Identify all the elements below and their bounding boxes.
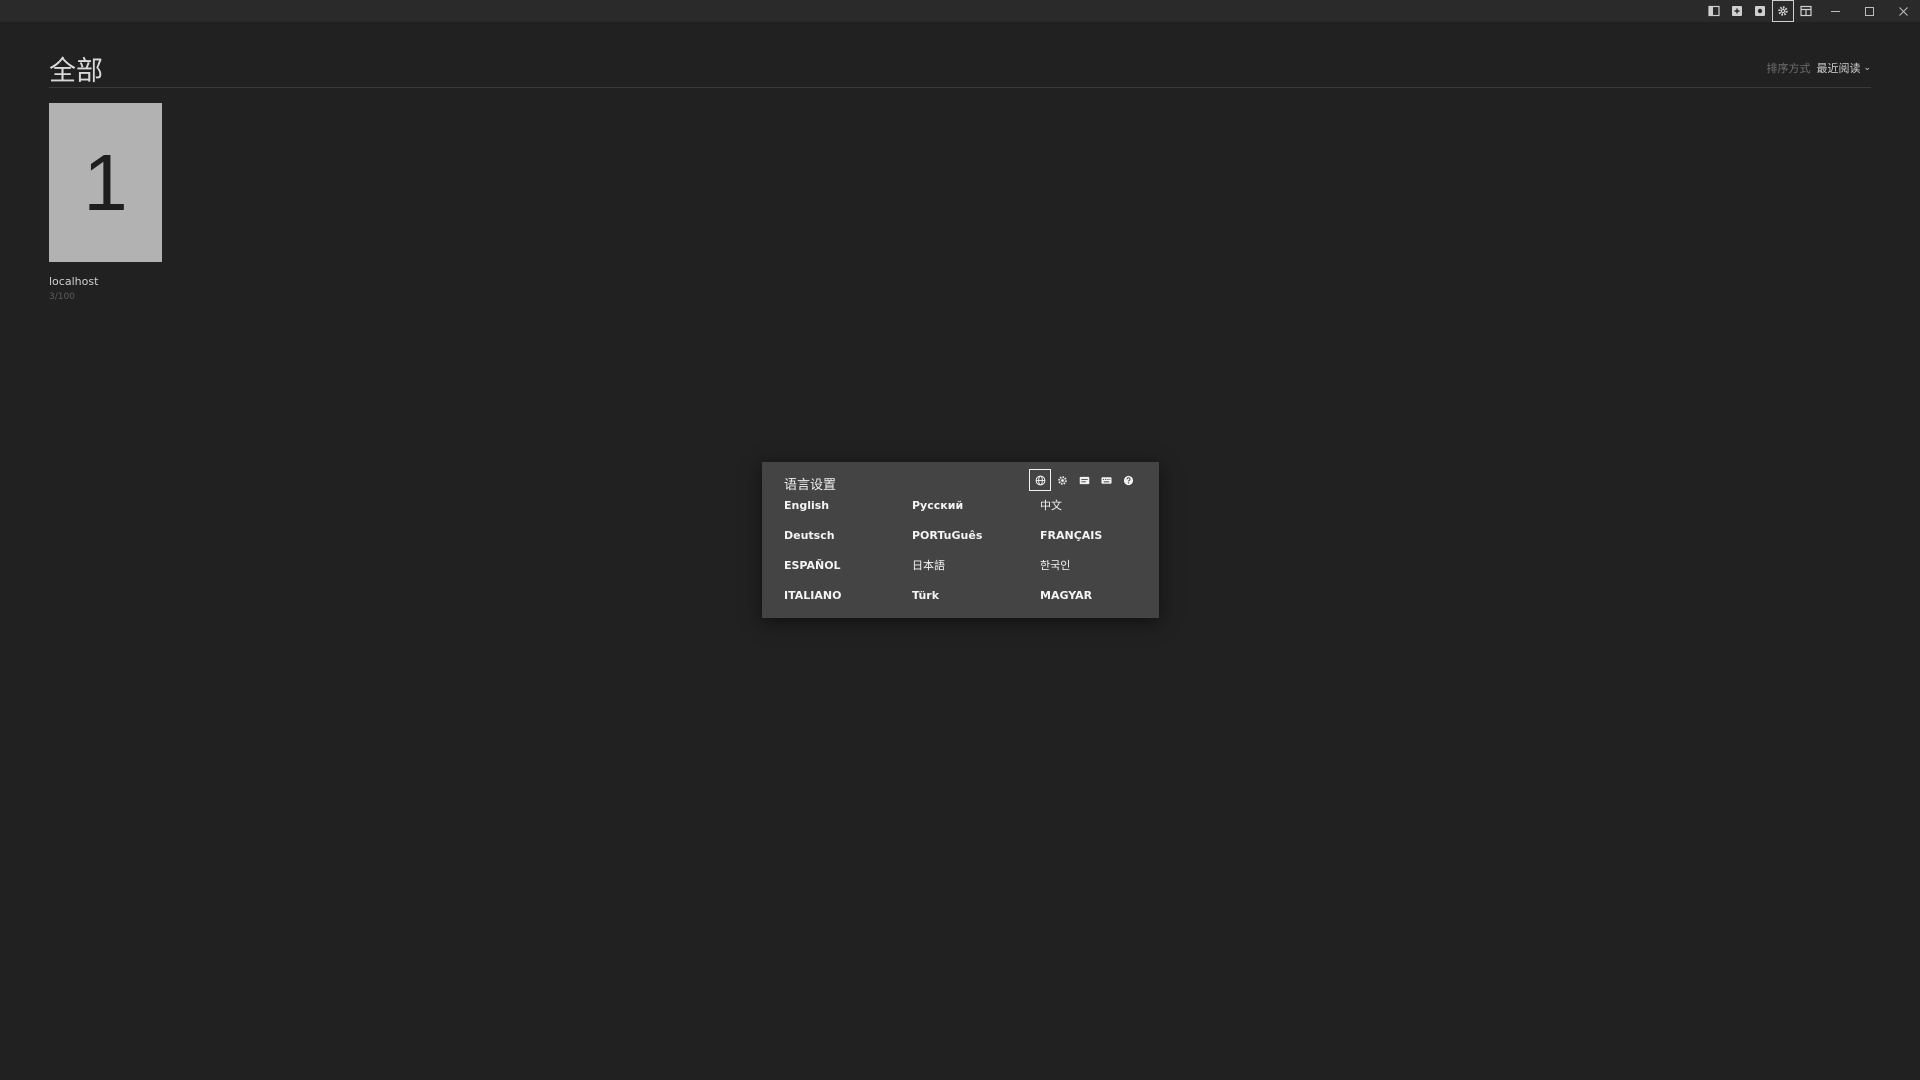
sync-button[interactable] xyxy=(1749,0,1771,22)
maximize-button[interactable] xyxy=(1852,0,1886,22)
tab-shortcuts[interactable] xyxy=(1095,469,1117,491)
gear-icon xyxy=(1057,475,1067,485)
dialog-title: 语言设置 xyxy=(784,478,837,493)
language-option[interactable]: 中文 xyxy=(1040,499,1168,529)
settings-button[interactable] xyxy=(1772,0,1794,22)
language-option[interactable]: English xyxy=(784,499,912,529)
minimize-button[interactable] xyxy=(1818,0,1852,22)
help-icon xyxy=(1123,475,1133,485)
sidebar-toggle-button[interactable] xyxy=(1703,0,1725,22)
layout-button[interactable] xyxy=(1795,0,1817,22)
layout-icon xyxy=(1800,5,1812,17)
close-icon xyxy=(1898,6,1908,16)
language-option[interactable]: Deutsch xyxy=(784,529,912,559)
sort-control[interactable]: 排序方式 最近阅读 ⌄ xyxy=(1766,60,1871,76)
subtitles-icon xyxy=(1079,476,1089,484)
language-option[interactable]: 한국인 xyxy=(1040,559,1168,589)
language-option[interactable]: ESPAÑOL xyxy=(784,559,912,589)
minimize-icon xyxy=(1830,10,1840,12)
settings-tabs xyxy=(1029,469,1139,491)
page-title: 全部 xyxy=(49,56,103,87)
language-option[interactable]: Русский xyxy=(912,499,1040,529)
language-option[interactable]: 日本語 xyxy=(912,559,1040,589)
language-option[interactable]: MAGYAR xyxy=(1040,589,1168,619)
language-option[interactable]: ITALIANO xyxy=(784,589,912,619)
keyboard-icon xyxy=(1100,476,1112,484)
cloud-icon xyxy=(1755,6,1765,16)
add-icon xyxy=(1732,6,1742,16)
title-bar xyxy=(0,0,1920,22)
book-title[interactable]: localhost xyxy=(49,275,162,288)
language-settings-dialog: 语言设置 English Русский 中文 Deutsch PORTuGuê… xyxy=(762,462,1159,618)
book-progress: 3/100 xyxy=(49,292,75,302)
maximize-icon xyxy=(1864,6,1874,16)
close-button[interactable] xyxy=(1886,0,1920,22)
sort-value[interactable]: 最近阅读 xyxy=(1816,60,1860,76)
language-option[interactable]: PORTuGuês xyxy=(912,529,1040,559)
book-cover[interactable]: 1 xyxy=(49,103,162,262)
tab-help[interactable] xyxy=(1117,469,1139,491)
cover-number: 1 xyxy=(83,137,128,227)
book-card[interactable]: 1 localhost 3/100 xyxy=(49,103,162,302)
sort-label: 排序方式 xyxy=(1766,62,1811,75)
language-option[interactable]: Türk xyxy=(912,589,1040,619)
language-option[interactable]: FRANÇAIS xyxy=(1040,529,1168,559)
tab-language[interactable] xyxy=(1029,469,1051,491)
tab-general[interactable] xyxy=(1051,469,1073,491)
sidebar-toggle-icon xyxy=(1708,5,1720,17)
library-header: 全部 排序方式 最近阅读 ⌄ xyxy=(49,44,1871,88)
add-button[interactable] xyxy=(1726,0,1748,22)
tab-subtitles[interactable] xyxy=(1073,469,1095,491)
titlebar-toolbar xyxy=(1703,0,1920,22)
language-list: English Русский 中文 Deutsch PORTuGuês FRA… xyxy=(784,499,1164,619)
chevron-down-icon[interactable]: ⌄ xyxy=(1863,63,1871,73)
globe-icon xyxy=(1035,475,1045,485)
gear-icon xyxy=(1778,6,1788,16)
